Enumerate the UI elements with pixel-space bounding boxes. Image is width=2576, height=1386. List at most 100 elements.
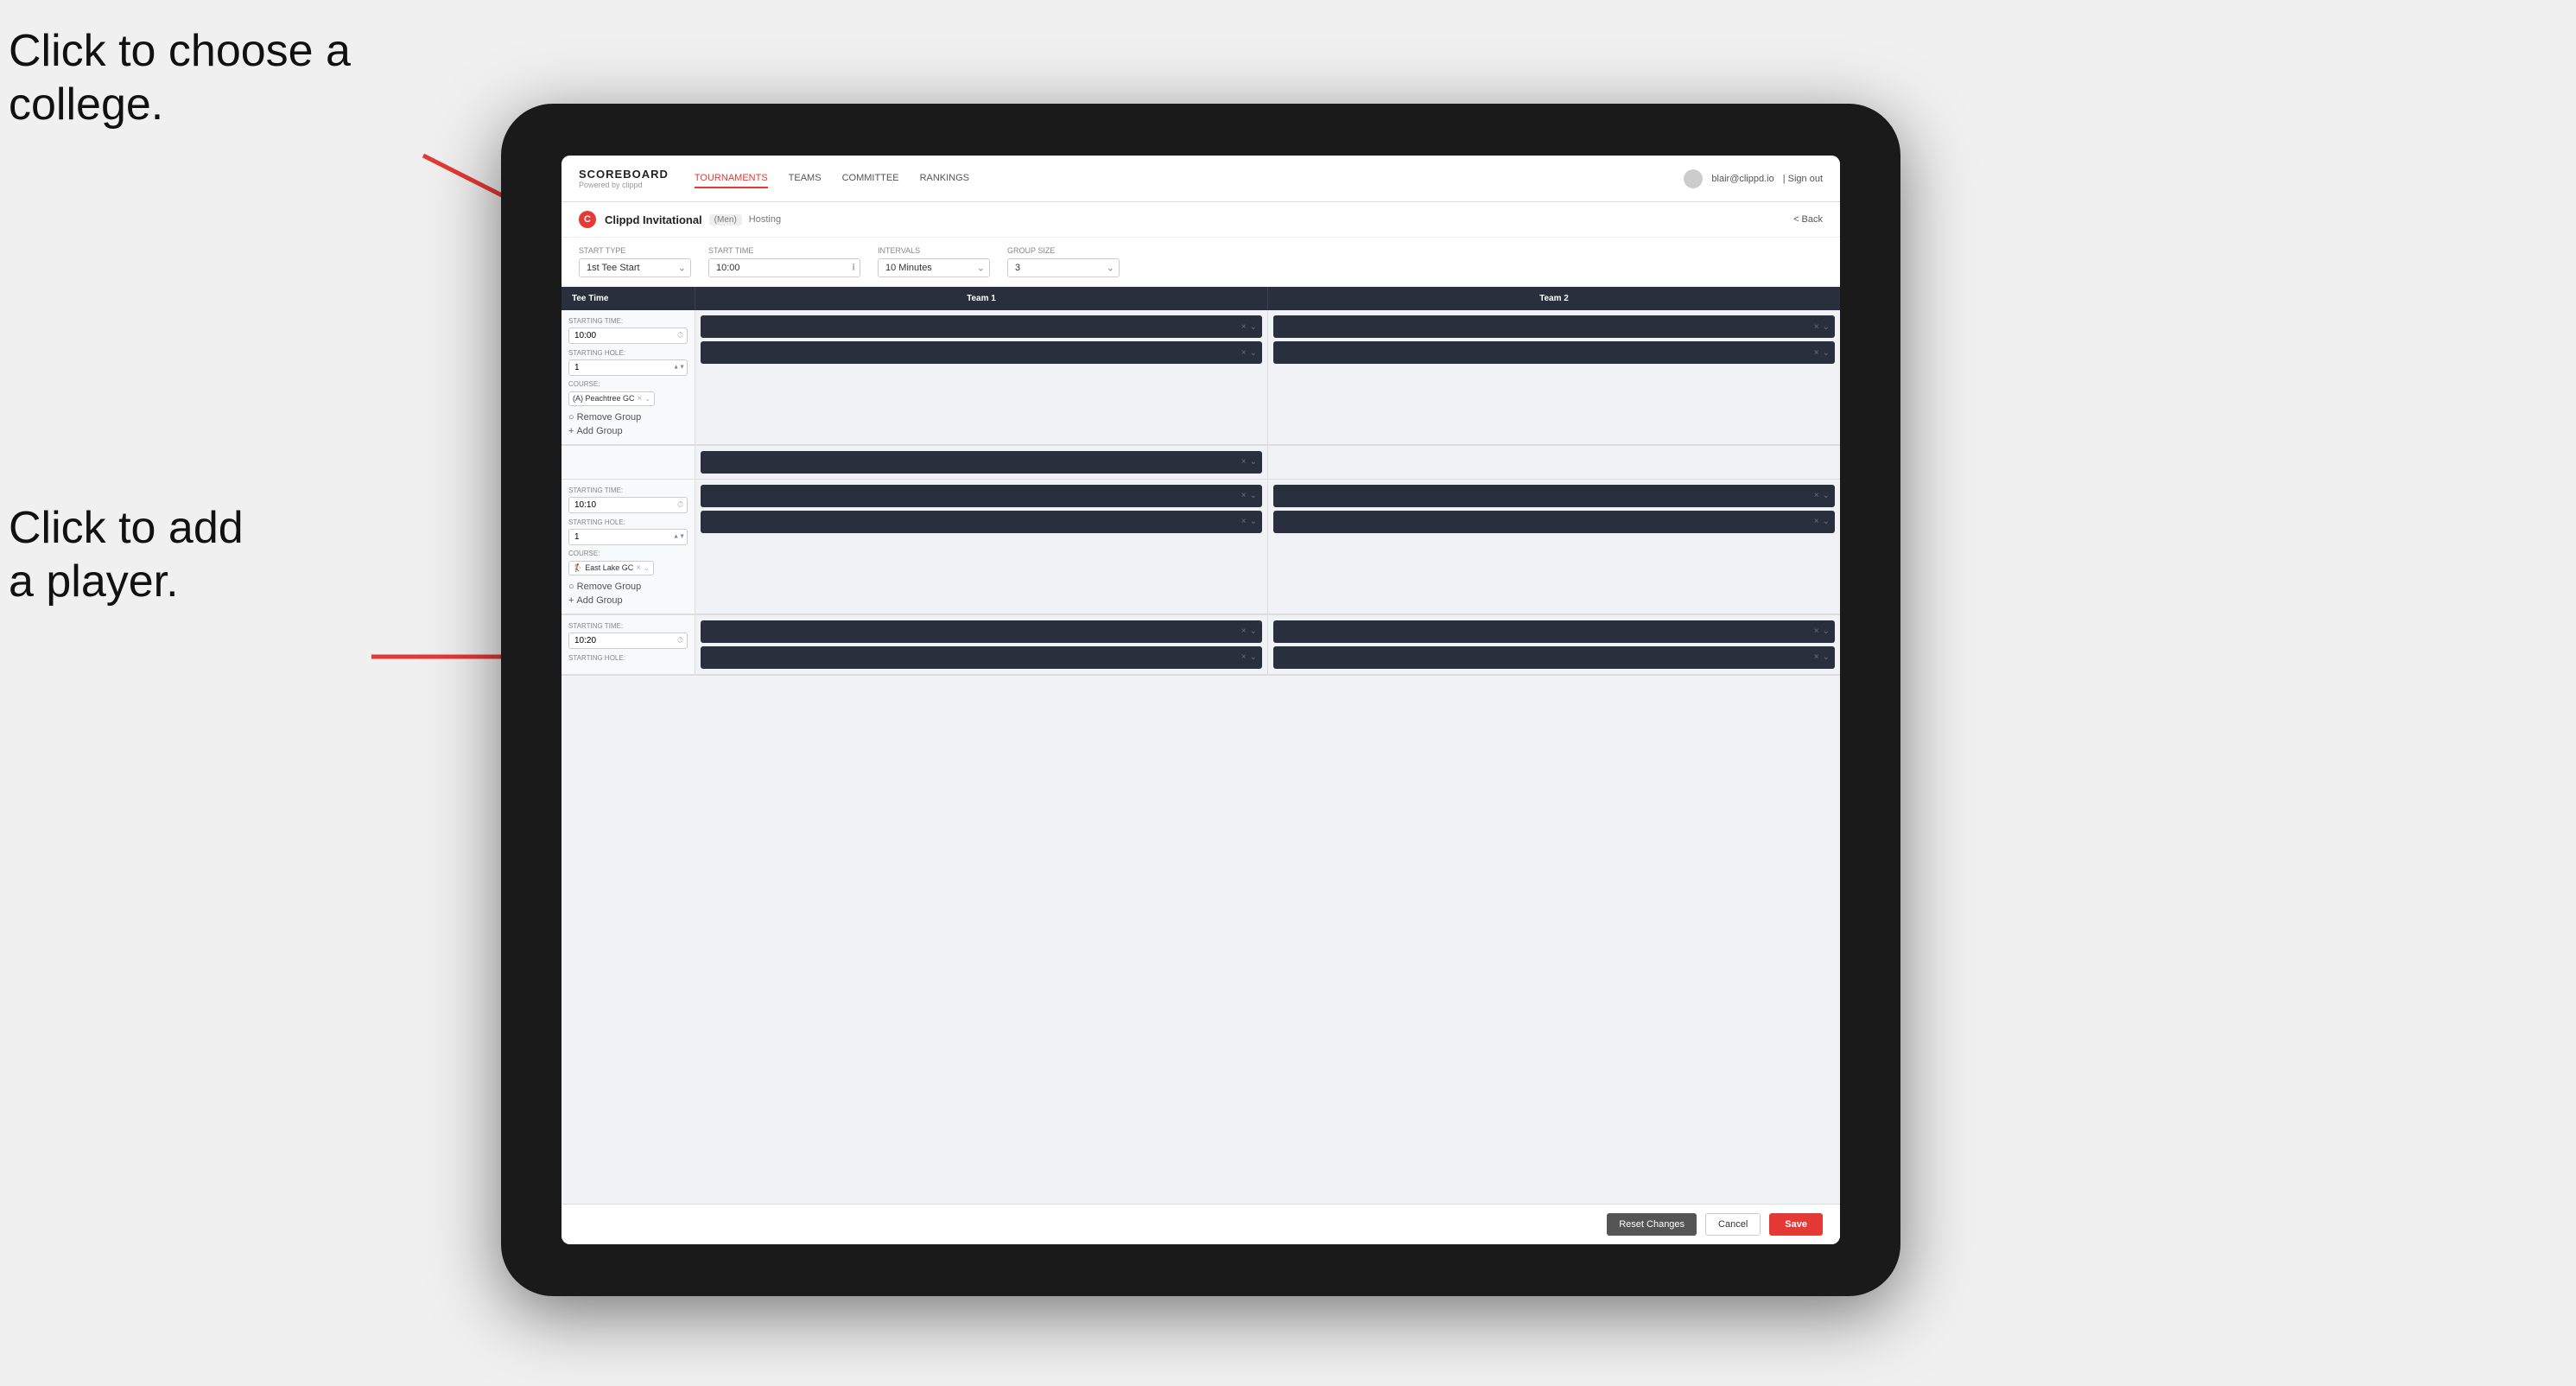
time-icon-1: ⏱: [677, 331, 683, 340]
group-size-select[interactable]: 3: [1007, 258, 1120, 277]
starting-hole-input-2[interactable]: [568, 529, 688, 545]
slot-arr-icon[interactable]: ⌄: [1250, 491, 1257, 500]
player-slot-1-2-1[interactable]: × ⌄: [1273, 315, 1835, 338]
start-type-group: Start Type 1st Tee Start: [579, 246, 691, 277]
slot-arr-icon[interactable]: ⌄: [1823, 348, 1830, 358]
content-area: Tee Time Team 1 Team 2 STARTING TIME: ⏱ …: [562, 287, 1840, 1244]
slot-arr-icon[interactable]: ⌄: [1250, 457, 1257, 467]
player-slot-1-2-2[interactable]: × ⌄: [1273, 341, 1835, 364]
course-arr-2[interactable]: ⌄: [644, 564, 650, 572]
player-slot-3-1-1[interactable]: × ⌄: [701, 620, 1262, 643]
player-slot-3-1-2[interactable]: × ⌄: [701, 646, 1262, 669]
starting-hole-label-3: STARTING HOLE:: [568, 654, 688, 662]
slot-x-icon[interactable]: ×: [1241, 652, 1247, 662]
start-type-label: Start Type: [579, 246, 691, 255]
slot-arr-icon[interactable]: ⌄: [1250, 348, 1257, 358]
player-slot-2-1-2[interactable]: × ⌄: [701, 511, 1262, 533]
course-tag-1[interactable]: (A) Peachtree GC × ⌄: [568, 391, 655, 406]
sign-out-link[interactable]: | Sign out: [1783, 174, 1823, 184]
tee-col-1b: [562, 446, 695, 479]
intervals-label: Intervals: [878, 246, 990, 255]
start-type-select[interactable]: 1st Tee Start: [579, 258, 691, 277]
cancel-button[interactable]: Cancel: [1705, 1213, 1761, 1236]
add-group-btn-1[interactable]: + Add Group: [568, 425, 688, 437]
slot-arr-icon[interactable]: ⌄: [1250, 322, 1257, 332]
slot-x-icon[interactable]: ×: [1814, 517, 1819, 526]
slot-arr-icon[interactable]: ⌄: [1250, 517, 1257, 526]
time-icon-2: ⏱: [677, 499, 683, 509]
tournament-badge: (Men): [709, 214, 742, 226]
col-team2: Team 2: [1268, 287, 1840, 310]
course-tag-2[interactable]: 🏌 East Lake GC × ⌄: [568, 561, 654, 575]
player-slot-2-2-1[interactable]: × ⌄: [1273, 485, 1835, 507]
tablet-shell: SCOREBOARD Powered by clippd TOURNAMENTS…: [501, 104, 1900, 1296]
start-time-group: Start Time ℹ: [708, 246, 860, 277]
slot-x-icon[interactable]: ×: [1814, 322, 1819, 332]
save-button[interactable]: Save: [1769, 1213, 1823, 1236]
tee-actions-1: ○ Remove Group + Add Group: [568, 411, 688, 437]
slot-x-icon[interactable]: ×: [1241, 491, 1247, 500]
slot-x-icon[interactable]: ×: [1814, 348, 1819, 358]
starting-hole-label-2: STARTING HOLE:: [568, 518, 688, 526]
tablet-screen: SCOREBOARD Powered by clippd TOURNAMENTS…: [562, 156, 1840, 1244]
player-slot-3-2-1[interactable]: × ⌄: [1273, 620, 1835, 643]
starting-hole-input-1[interactable]: [568, 359, 688, 376]
slot-arr-icon[interactable]: ⌄: [1250, 626, 1257, 636]
avatar: [1684, 169, 1703, 188]
team1-col-3: × ⌄ × ⌄: [695, 615, 1268, 674]
slot-x-icon[interactable]: ×: [1241, 517, 1247, 526]
remove-group-btn-1[interactable]: ○ Remove Group: [568, 411, 688, 423]
nav-rankings[interactable]: RANKINGS: [920, 169, 969, 188]
hole-arrows-1[interactable]: ▲▼: [673, 365, 685, 371]
bottom-bar: Reset Changes Cancel Save: [562, 1204, 1840, 1244]
player-slot-1b-1-1[interactable]: × ⌄: [701, 451, 1262, 474]
start-time-input[interactable]: [708, 258, 860, 277]
player-slot-2-1-1[interactable]: × ⌄: [701, 485, 1262, 507]
hole-arrows-2[interactable]: ▲▼: [673, 533, 685, 539]
course-remove-2[interactable]: ×: [636, 563, 641, 573]
tournament-title: Clippd Invitational: [605, 213, 702, 226]
slot-x-icon[interactable]: ×: [1241, 626, 1247, 636]
course-arr-1[interactable]: ⌄: [644, 395, 650, 403]
intervals-group: Intervals 10 Minutes: [878, 246, 990, 277]
add-group-btn-2[interactable]: + Add Group: [568, 594, 688, 607]
intervals-select[interactable]: 10 Minutes: [878, 258, 990, 277]
sub-header: C Clippd Invitational (Men) Hosting < Ba…: [562, 202, 1840, 238]
team1-col-1b: × ⌄: [695, 446, 1268, 479]
remove-icon-1: ○: [568, 412, 574, 423]
player-slot-2-2-2[interactable]: × ⌄: [1273, 511, 1835, 533]
player-slot-3-2-2[interactable]: × ⌄: [1273, 646, 1835, 669]
slot-arr-icon[interactable]: ⌄: [1823, 517, 1830, 526]
starting-time-input-2[interactable]: [568, 497, 688, 513]
slot-arr-icon[interactable]: ⌄: [1823, 322, 1830, 332]
course-remove-1[interactable]: ×: [638, 394, 643, 404]
slot-arr-icon[interactable]: ⌄: [1823, 626, 1830, 636]
back-button[interactable]: < Back: [1793, 214, 1823, 225]
nav-committee[interactable]: COMMITTEE: [842, 169, 899, 188]
slot-arr-icon[interactable]: ⌄: [1823, 652, 1830, 662]
player-slot-1-1-2[interactable]: × ⌄: [701, 341, 1262, 364]
col-tee-time: Tee Time: [562, 287, 695, 310]
slot-x-icon[interactable]: ×: [1241, 348, 1247, 358]
app-logo: C: [579, 211, 596, 228]
teams-col-2: × ⌄ × ⌄ × ⌄: [695, 480, 1840, 614]
add-group-label-2: Add Group: [576, 595, 622, 606]
info-icon: ℹ: [852, 264, 855, 273]
settings-row: Start Type 1st Tee Start Start Time ℹ In…: [562, 238, 1840, 287]
slot-x-icon[interactable]: ×: [1814, 626, 1819, 636]
slot-x-icon[interactable]: ×: [1814, 652, 1819, 662]
table-header: Tee Time Team 1 Team 2: [562, 287, 1840, 310]
nav-teams[interactable]: TEAMS: [789, 169, 822, 188]
player-slot-1-1-1[interactable]: × ⌄: [701, 315, 1262, 338]
nav-tournaments[interactable]: TOURNAMENTS: [695, 169, 768, 188]
reset-changes-button[interactable]: Reset Changes: [1607, 1213, 1697, 1236]
starting-time-input-3[interactable]: [568, 633, 688, 649]
slot-x-icon[interactable]: ×: [1241, 322, 1247, 332]
slot-arr-icon[interactable]: ⌄: [1250, 652, 1257, 662]
slot-x-icon[interactable]: ×: [1241, 457, 1247, 467]
slot-arr-icon[interactable]: ⌄: [1823, 491, 1830, 500]
remove-group-btn-2[interactable]: ○ Remove Group: [568, 581, 688, 593]
slot-x-icon[interactable]: ×: [1814, 491, 1819, 500]
starting-time-input-1[interactable]: [568, 327, 688, 344]
add-group-label-1: Add Group: [576, 426, 622, 436]
